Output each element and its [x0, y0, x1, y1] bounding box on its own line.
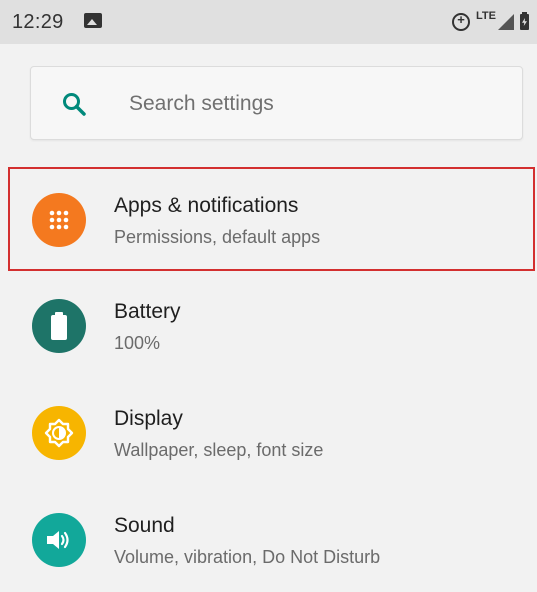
apps-grid-icon — [32, 193, 86, 247]
search-input[interactable] — [127, 89, 491, 119]
volume-icon — [32, 513, 86, 567]
status-bar: 12:29 LTE — [0, 0, 537, 44]
status-icons: LTE — [452, 10, 529, 34]
setting-subtitle: Permissions, default apps — [114, 227, 321, 247]
search-bar[interactable] — [30, 66, 523, 140]
status-time: 12:29 — [12, 11, 64, 33]
setting-apps-notifications[interactable]: Apps & notifications Permissions, defaul… — [8, 167, 535, 271]
search-icon[interactable] — [61, 91, 87, 117]
setting-display[interactable]: Display Wallpaper, sleep, font size — [0, 381, 537, 485]
brightness-icon — [32, 406, 86, 460]
setting-subtitle: Volume, vibration, Do Not Disturb — [114, 547, 381, 567]
setting-title: Apps & notifications — [114, 194, 299, 217]
battery-charging-icon — [520, 12, 529, 30]
setting-subtitle: 100% — [114, 333, 161, 353]
setting-title: Display — [114, 407, 183, 430]
battery-icon — [32, 299, 86, 353]
network-type: LTE — [476, 10, 496, 22]
setting-sound[interactable]: Sound Volume, vibration, Do Not Disturb — [0, 488, 537, 592]
setting-battery[interactable]: Battery 100% — [0, 274, 537, 378]
setting-title: Battery — [114, 300, 181, 323]
signal-icon — [498, 14, 514, 30]
data-saver-icon — [452, 12, 471, 31]
image-icon — [84, 13, 102, 28]
setting-subtitle: Wallpaper, sleep, font size — [114, 440, 324, 460]
setting-title: Sound — [114, 514, 175, 537]
